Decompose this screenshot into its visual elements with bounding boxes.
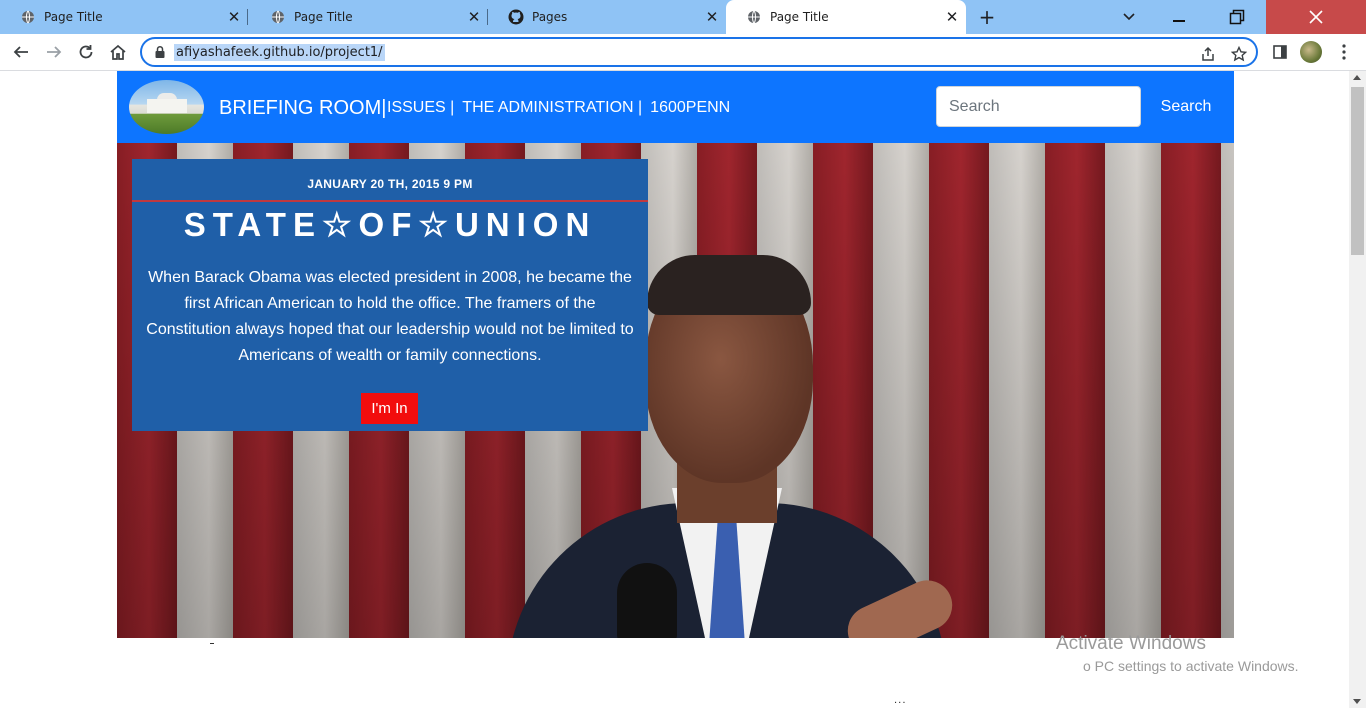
logo-house [147, 99, 187, 113]
arrow-right-icon [47, 46, 62, 58]
browser-tab-3[interactable]: Pages ✕ [488, 0, 726, 34]
back-button[interactable] [8, 39, 34, 65]
site-navbar: BRIEFING ROOM| ISSUES | THE ADMINISTRATI… [117, 71, 1234, 143]
hero-hair [647, 255, 811, 315]
browser-toolbar: afiyashafeek.github.io/project1/ [0, 34, 1366, 71]
tab-title: Pages [532, 10, 568, 24]
profile-avatar[interactable] [1300, 41, 1322, 63]
share-icon[interactable] [1198, 44, 1218, 64]
browser-tabstrip: Page Title ✕ Page Title ✕ Pages ✕ Page T… [0, 0, 1366, 34]
white-house-logo[interactable] [129, 80, 204, 134]
browser-tab-2[interactable]: Page Title ✕ [250, 0, 488, 34]
globe-icon [270, 9, 286, 25]
scroll-down-arrow-icon[interactable] [1353, 699, 1361, 704]
address-bar[interactable]: afiyashafeek.github.io/project1/ [140, 37, 1258, 67]
event-date: JANUARY 20 TH, 2015 9 PM [307, 177, 473, 191]
more-menu-icon[interactable] [1334, 40, 1354, 64]
activate-windows-watermark: Activate Windows o PC settings to activa… [1056, 633, 1299, 675]
ellipsis-text: ... [894, 695, 907, 706]
tab-title: Page Title [44, 10, 103, 24]
activate-line-2: o PC settings to activate Windows. [1083, 658, 1299, 674]
nav-links: ISSUES | THE ADMINISTRATION | 1600PENN [387, 99, 730, 117]
sotu-card: JANUARY 20 TH, 2015 9 PM STATE☆OF☆UNION … [132, 159, 648, 431]
restore-window-button[interactable] [1208, 0, 1266, 34]
home-icon [110, 44, 126, 60]
hero-banner: JANUARY 20 TH, 2015 9 PM STATE☆OF☆UNION … [117, 143, 1234, 638]
tab-close-icon[interactable]: ✕ [700, 5, 724, 29]
stray-dash [210, 643, 214, 644]
minimize-icon [1173, 20, 1185, 22]
nav-link-1600penn[interactable]: 1600PENN [650, 99, 730, 117]
close-icon [1309, 10, 1323, 24]
home-button[interactable] [105, 39, 131, 65]
nav-link-issues[interactable]: ISSUES | [387, 99, 454, 117]
tab-close-icon[interactable]: ✕ [222, 5, 246, 29]
globe-icon [746, 9, 762, 25]
brand-title[interactable]: BRIEFING ROOM| [219, 97, 386, 120]
site-search-button[interactable]: Search [1148, 93, 1224, 121]
im-in-button[interactable]: I'm In [361, 393, 418, 424]
tab-title: Page Title [770, 10, 829, 24]
bookmark-star-icon[interactable] [1229, 44, 1249, 64]
new-tab-button[interactable]: + [975, 5, 999, 29]
restore-icon [1229, 9, 1245, 25]
site-search-input[interactable] [936, 86, 1141, 127]
github-icon [508, 9, 524, 25]
scrollbar-thumb[interactable] [1351, 87, 1364, 255]
activate-line-1: Activate Windows [1056, 633, 1206, 654]
scroll-up-arrow-icon[interactable] [1353, 75, 1361, 80]
close-window-button[interactable] [1266, 0, 1366, 34]
page-scrollbar[interactable] [1349, 71, 1366, 708]
arrow-left-icon [13, 46, 28, 58]
tab-search-chevron-icon[interactable] [1117, 5, 1141, 29]
globe-icon [20, 9, 36, 25]
card-body-text: When Barack Obama was elected president … [146, 269, 634, 364]
tab-close-icon[interactable]: ✕ [940, 5, 964, 29]
card-divider [132, 200, 648, 202]
reload-button[interactable] [73, 39, 99, 65]
side-panel-icon[interactable] [1270, 42, 1290, 62]
tab-close-icon[interactable]: ✕ [462, 5, 486, 29]
tab-separator [247, 9, 248, 25]
card-headline: STATE☆OF☆UNION [183, 206, 597, 243]
reload-icon [79, 45, 93, 59]
lock-icon [155, 45, 165, 58]
browser-tab-4-active[interactable]: Page Title ✕ [726, 0, 966, 34]
browser-tab-1[interactable]: Page Title ✕ [0, 0, 248, 34]
forward-button[interactable] [41, 39, 67, 65]
tab-title: Page Title [294, 10, 353, 24]
page-viewport: BRIEFING ROOM| ISSUES | THE ADMINISTRATI… [0, 71, 1349, 708]
address-text[interactable]: afiyashafeek.github.io/project1/ [174, 44, 385, 61]
hero-microphone [617, 563, 677, 638]
nav-link-administration[interactable]: THE ADMINISTRATION | [462, 99, 642, 117]
minimize-window-button[interactable] [1150, 0, 1208, 34]
